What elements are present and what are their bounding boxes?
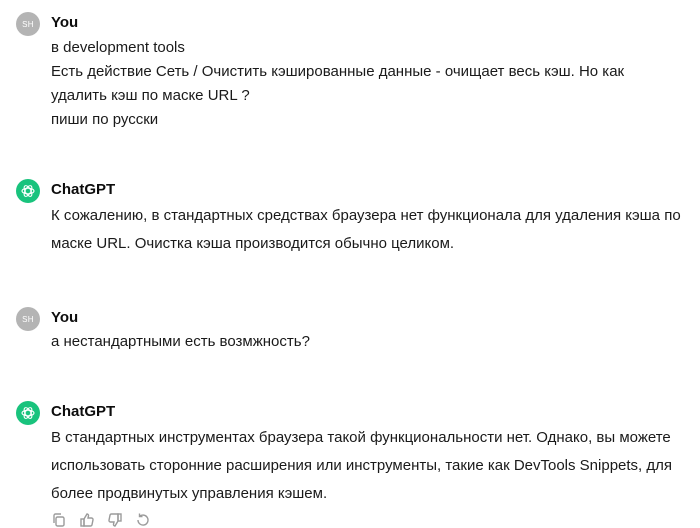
thumbs-up-icon[interactable] — [79, 512, 95, 528]
message-line: в development tools — [51, 39, 185, 56]
author-name: ChatGPT — [51, 403, 116, 420]
copy-icon[interactable] — [51, 512, 67, 528]
message-line: а нестандартными есть возмжность? — [51, 333, 310, 350]
user-avatar: SH — [16, 12, 40, 36]
openai-logo-icon — [21, 185, 35, 197]
author-name: You — [51, 309, 79, 326]
user-avatar: SH — [16, 307, 40, 331]
message-text: а нестандартными есть возмжность? — [51, 330, 691, 354]
regenerate-icon[interactable] — [135, 512, 151, 528]
message-line: удалить кэш по маске URL ? — [51, 87, 250, 104]
author-name: You — [51, 14, 79, 31]
message-actions — [51, 512, 151, 528]
author-name: ChatGPT — [51, 181, 116, 198]
message-text: В стандартных инструментах браузера тако… — [51, 429, 673, 502]
message-line: пиши по русски — [51, 111, 159, 128]
chatgpt-avatar — [16, 401, 40, 425]
message-line: Есть действие Сеть / Очистить кэшированн… — [51, 63, 625, 80]
openai-logo-icon — [21, 407, 35, 419]
message-text: в development tools Есть действие Сеть /… — [51, 36, 691, 132]
chatgpt-avatar — [16, 179, 40, 203]
thumbs-down-icon[interactable] — [107, 512, 123, 528]
message-text: К сожалению, в стандартных средствах бра… — [51, 207, 681, 252]
